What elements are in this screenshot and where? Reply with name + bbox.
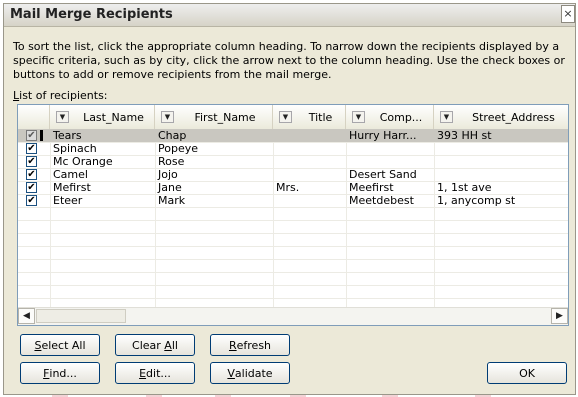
chevron-down-icon[interactable]: ▼ [161,111,174,123]
clear-all-label-end: ll [171,338,178,352]
find-button[interactable]: Find... [20,362,100,384]
cell-first-name: Jane [158,181,182,194]
list-header: ▼ Last_Name ▼ First_Name ▼ Title ▼ Comp.… [18,105,568,130]
cell-company: Desert Sand [349,168,417,181]
row-checkbox[interactable]: ✔ [26,182,37,193]
table-row[interactable]: ✔ Mc Orange Rose [18,155,568,169]
edit-mnemonic: E [139,366,147,380]
empty-row [18,233,568,247]
empty-row [18,272,568,286]
cell-street-address [434,142,568,155]
find-label: ind... [49,366,77,380]
cell-last-name: Mefirst [53,181,91,194]
column-header-label: Last_Name [83,110,144,124]
refresh-button[interactable]: Refresh [210,334,290,356]
cell-title [273,129,346,142]
chevron-down-icon[interactable]: ▼ [279,111,292,123]
cell-last-name: Eteer [53,194,83,207]
cell-last-name: Mc Orange [53,155,113,168]
column-header-label: Street_Address [472,110,555,124]
cell-first-name: Jojo [158,168,178,181]
row-checkbox[interactable]: ✔ [26,195,37,206]
cell-company: Hurry Harr... [349,129,417,142]
clear-all-label-start: Clear [132,338,165,352]
title-bar: Mail Merge Recipients × [4,4,575,27]
mail-merge-dialog: Mail Merge Recipients × To sort the list… [3,3,576,395]
cell-title [273,155,346,168]
empty-row [18,246,568,260]
chevron-down-icon[interactable]: ▼ [352,111,365,123]
cell-street-address [434,155,568,168]
table-row[interactable]: ✔ Tears Chap Hurry Harr... 393 HH st [18,129,568,143]
cell-company [346,155,434,168]
edit-button[interactable]: Edit... [115,362,195,384]
cell-street-address: 1, 1st ave [437,181,492,194]
cell-street-address: 393 HH st [437,129,492,142]
validate-label: alidate [234,366,273,380]
current-row-marker [40,130,43,141]
row-checkbox[interactable]: ✔ [26,156,37,167]
edit-label: dit... [146,366,171,380]
table-row[interactable]: ✔ Camel Jojo Desert Sand [18,168,568,182]
cell-last-name: Spinach [53,142,97,155]
cell-title [273,194,346,207]
column-header-last-name[interactable]: ▼ Last_Name [50,105,155,129]
table-row[interactable]: ✔ Spinach Popeye [18,142,568,156]
chevron-down-icon[interactable]: ▼ [440,111,453,123]
row-checkbox[interactable]: ✔ [26,169,37,180]
cell-company: Meetdebest [349,194,414,207]
cell-street-address [434,168,568,181]
validate-button[interactable]: Validate [210,362,290,384]
column-header-company[interactable]: ▼ Comp... [346,105,434,129]
select-all-mnemonic: S [34,338,42,352]
column-header-street-address[interactable]: ▼ Street_Address [434,105,568,129]
cell-title [273,168,346,181]
cell-first-name: Mark [158,194,186,207]
cell-first-name: Popeye [158,142,198,155]
clear-all-button[interactable]: Clear All [115,334,195,356]
select-all-button[interactable]: Select All [20,334,100,356]
column-header-label: Comp... [379,110,423,124]
empty-row [18,207,568,221]
header-checkbox-column [18,105,50,129]
scroll-right-icon[interactable]: ▶ [551,308,568,324]
cell-company [346,142,434,155]
chevron-down-icon[interactable]: ▼ [56,111,69,123]
row-checkbox[interactable]: ✔ [26,130,37,141]
list-label: List of recipients: [13,89,108,102]
recipients-list[interactable]: ▼ Last_Name ▼ First_Name ▼ Title ▼ Comp.… [17,104,569,326]
ok-label: OK [519,366,535,380]
select-all-label: elect All [41,338,86,352]
empty-row [18,259,568,273]
table-row[interactable]: ✔ Eteer Mark Meetdebest 1, anycomp st [18,194,568,208]
cell-title [273,142,346,155]
row-checkbox[interactable]: ✔ [26,143,37,154]
column-header-label: First_Name [194,110,256,124]
cell-company: Meefirst [349,181,394,194]
refresh-label: efresh [236,338,272,352]
cell-last-name: Tears [53,129,82,142]
column-header-title[interactable]: ▼ Title [273,105,346,129]
close-icon[interactable]: × [561,5,575,23]
scroll-left-icon[interactable]: ◀ [18,308,35,324]
dialog-title: Mail Merge Recipients [10,7,173,22]
clear-all-mnemonic: A [164,338,172,352]
instructions-text: To sort the list, click the appropriate … [13,40,565,81]
cell-title: Mrs. [276,181,300,194]
table-row[interactable]: ✔ Mefirst Jane Mrs. Meefirst 1, 1st ave [18,181,568,195]
cell-first-name: Rose [158,155,185,168]
column-header-first-name[interactable]: ▼ First_Name [155,105,273,129]
column-header-label: Title [308,110,333,124]
list-label-text: ist of recipients: [19,89,108,102]
empty-row [18,285,568,299]
scroll-thumb[interactable] [36,309,126,323]
cell-last-name: Camel [53,168,88,181]
empty-row [18,220,568,234]
validate-mnemonic: V [227,366,235,380]
horizontal-scrollbar[interactable]: ◀ ▶ [18,307,568,325]
ok-button[interactable]: OK [487,362,567,384]
refresh-mnemonic: R [228,338,237,352]
cell-street-address: 1, anycomp st [437,194,516,207]
cell-first-name: Chap [158,129,187,142]
